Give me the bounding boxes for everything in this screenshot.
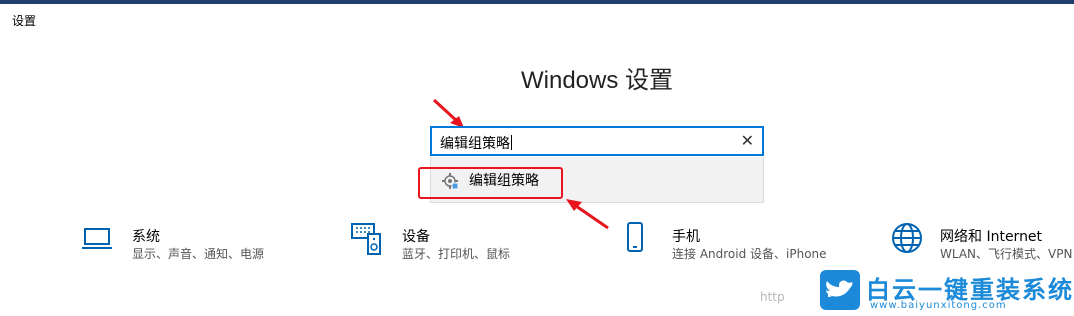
watermark-text: http <box>760 290 785 304</box>
category-desc: 蓝牙、打印机、鼠标 <box>402 247 511 261</box>
page-title: Windows 设置 <box>520 67 674 94</box>
logo-url: www.baiyunxitong.com <box>870 300 1007 311</box>
category-title: 网络和 Internet <box>940 229 1043 245</box>
search-box[interactable]: 编辑组策略 ✕ <box>430 126 764 156</box>
bird-logo-icon <box>820 270 860 310</box>
category-title: 手机 <box>672 229 700 245</box>
category-desc: WLAN、飞行模式、VPN <box>940 247 1073 261</box>
globe-icon <box>892 223 922 253</box>
laptop-icon <box>82 228 112 249</box>
phone-icon <box>627 222 643 252</box>
category-title: 系统 <box>132 229 160 245</box>
category-title: 设备 <box>402 229 430 245</box>
devices-icon <box>351 223 381 255</box>
annotation-highlight <box>418 167 563 199</box>
title-bar-strip <box>0 0 1074 4</box>
category-desc: 连接 Android 设备、iPhone <box>672 247 827 261</box>
site-logo: 白云一键重装系统 www.baiyunxitong.com <box>820 270 1074 316</box>
window-title: 设置 <box>12 14 37 28</box>
annotation-arrow-suggestion <box>566 199 609 230</box>
category-desc: 显示、声音、通知、电源 <box>132 247 265 261</box>
search-input[interactable]: 编辑组策略 <box>440 133 512 153</box>
close-icon[interactable]: ✕ <box>741 132 754 150</box>
